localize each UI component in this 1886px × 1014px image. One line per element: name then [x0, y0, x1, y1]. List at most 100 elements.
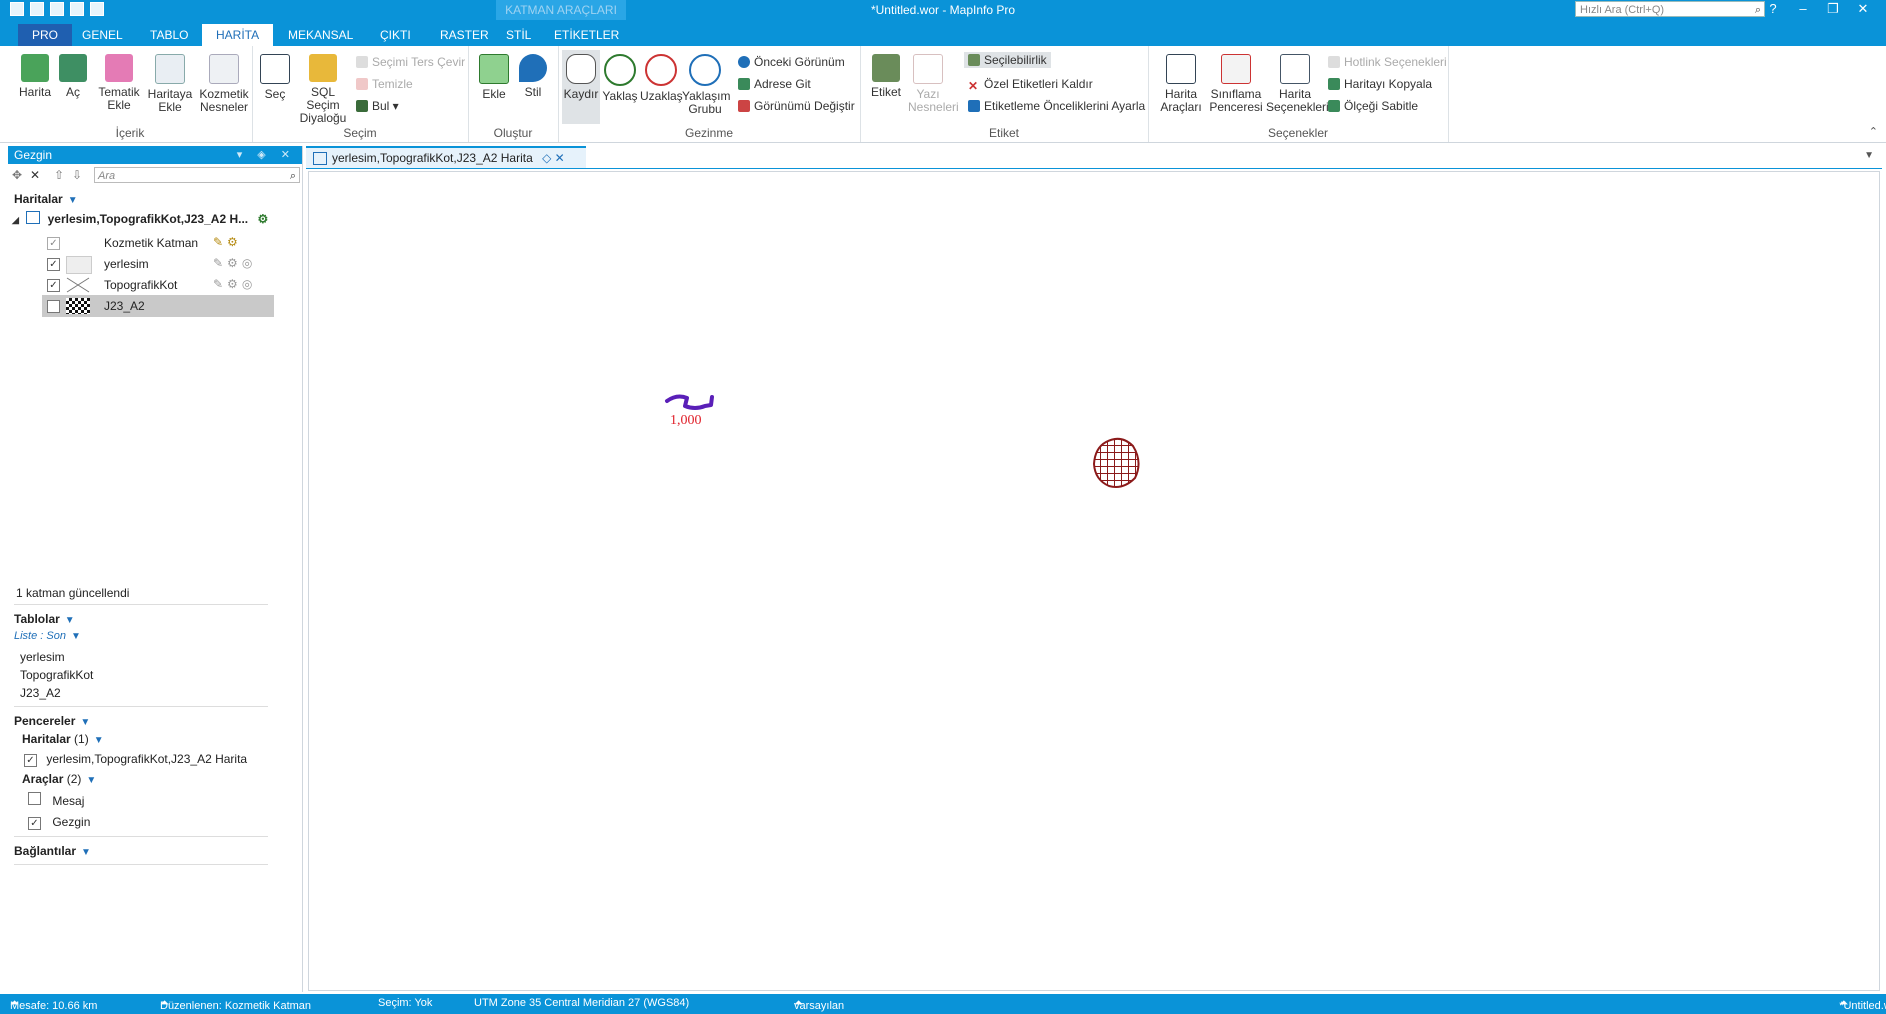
- tool-visibility-checkbox[interactable]: [28, 792, 41, 805]
- save-icon[interactable]: [30, 2, 44, 16]
- etiketleme-oncelikleri-button[interactable]: Etiketleme Önceliklerini Ayarla: [968, 98, 1145, 114]
- yaklasim-grubu-button[interactable]: Yaklaşım Grubu: [682, 54, 730, 116]
- onceki-gorunum-button[interactable]: Önceki Görünüm: [738, 54, 845, 70]
- layer-edit-icon[interactable]: ✎⚙◎: [213, 277, 256, 291]
- layer-visibility-checkbox[interactable]: ✓: [47, 279, 60, 292]
- tab-tablo[interactable]: TABLO: [136, 24, 202, 46]
- kozmetik-nesneler-button[interactable]: Kozmetik Nesneler: [196, 54, 252, 114]
- yaklas-button[interactable]: Yaklaş: [602, 54, 638, 103]
- yazi-nesneleri-button[interactable]: Yazı Nesneleri: [908, 54, 959, 114]
- move-up-icon[interactable]: ⇧: [54, 168, 64, 182]
- temizle-button[interactable]: Temizle: [356, 76, 413, 92]
- close-button[interactable]: ✕: [1850, 0, 1876, 20]
- window-visibility-checkbox[interactable]: ✓: [24, 754, 37, 767]
- secimi-ters-cevir-button[interactable]: Seçimi Ters Çevir: [356, 54, 465, 70]
- map-canvas[interactable]: 1,000: [308, 171, 1880, 991]
- status-workspace[interactable]: *Untitled.wor ⏶: [1839, 997, 1886, 1012]
- haritayi-kopyala-button[interactable]: Haritayı Kopyala: [1328, 76, 1432, 92]
- layer-edit-icon[interactable]: ✎⚙◎: [213, 256, 256, 270]
- map-svg[interactable]: 1,000: [309, 172, 1879, 990]
- panel-controls[interactable]: ▾ ◈ ✕: [237, 146, 296, 164]
- window-map-item[interactable]: ✓ yerlesim,TopografikKot,J23_A2 Harita: [24, 752, 247, 767]
- sec-button[interactable]: Seç: [258, 54, 292, 101]
- app-logo-icon[interactable]: [10, 2, 24, 16]
- help-button[interactable]: ?: [1760, 0, 1786, 20]
- windows-section-header[interactable]: Pencereler ▼: [14, 714, 90, 728]
- document-tab[interactable]: yerlesim,TopografikKot,J23_A2 Harita ◇ ✕: [306, 146, 586, 168]
- uzaklas-button[interactable]: Uzaklaş: [640, 54, 683, 103]
- harita-secenekleri-button[interactable]: Harita Seçenekleri: [1266, 54, 1329, 114]
- status-projection[interactable]: UTM Zone 35 Central Meridian 27 (WGS84): [474, 997, 689, 1009]
- table-item[interactable]: yerlesim: [20, 650, 65, 664]
- layer-row-yerlesim[interactable]: ✓ yerlesim ✎⚙◎: [42, 253, 274, 275]
- gorunumu-degistir-button[interactable]: Görünümü Değiştir: [738, 98, 855, 114]
- minimize-button[interactable]: –: [1790, 0, 1816, 20]
- table-item[interactable]: J23_A2: [20, 686, 61, 700]
- tab-mekansal[interactable]: MEKANSAL: [274, 24, 367, 46]
- paste-icon[interactable]: [90, 2, 104, 16]
- olcegi-sabitle-button[interactable]: Ölçeği Sabitle: [1328, 98, 1418, 114]
- tables-section-header[interactable]: Tablolar ▼: [14, 612, 75, 626]
- etiket-button[interactable]: Etiket: [866, 54, 906, 99]
- status-selection[interactable]: Seçim: Yok: [378, 997, 432, 1009]
- tab-stil[interactable]: STİL: [492, 24, 545, 46]
- layer-row-topografikkot[interactable]: ✓ TopografikKot ✎⚙◎: [42, 274, 274, 296]
- haritaya-ekle-button[interactable]: Haritaya Ekle: [144, 54, 196, 114]
- contour-line[interactable]: [665, 394, 714, 410]
- tab-genel[interactable]: GENEL: [68, 24, 137, 46]
- tab-pro[interactable]: PRO: [18, 24, 73, 46]
- kaydir-button[interactable]: Kaydır: [562, 50, 600, 124]
- map-layer-control-icon[interactable]: ⚙: [257, 212, 268, 226]
- adrese-git-button[interactable]: Adrese Git: [738, 76, 811, 92]
- save-all-icon[interactable]: [50, 2, 64, 16]
- tab-pin-close-icons[interactable]: ◇ ✕: [542, 151, 565, 165]
- table-item[interactable]: TopografikKot: [20, 668, 93, 682]
- siniflama-penceresi-button[interactable]: Sınıflama Penceresi: [1208, 54, 1264, 114]
- layer-visibility-checkbox[interactable]: ✓: [47, 237, 60, 250]
- map-tree-node[interactable]: ◢ yerlesim,TopografikKot,J23_A2 H... ⚙: [12, 211, 268, 226]
- status-style[interactable]: varsayılan ⏶: [794, 997, 844, 1012]
- sql-secim-button[interactable]: SQL Seçim Diyaloğu: [294, 54, 352, 125]
- tools-header[interactable]: Araçlar (2) ▼: [22, 772, 96, 786]
- settlement-polygon[interactable]: [1092, 437, 1140, 488]
- tables-list-filter[interactable]: Liste : Son ▼: [14, 630, 81, 642]
- quick-access-toolbar: [10, 2, 104, 16]
- tab-etiketler[interactable]: ETİKETLER: [540, 24, 633, 46]
- bul-button[interactable]: Bul ▾: [356, 98, 399, 114]
- ozel-etiketleri-kaldir-button[interactable]: ✕ Özel Etiketleri Kaldır: [968, 76, 1093, 93]
- tool-item-mesaj[interactable]: Mesaj: [28, 792, 84, 808]
- connections-section-header[interactable]: Bağlantılar ▼: [14, 844, 91, 858]
- harita-araclari-button[interactable]: Harita Araçları: [1156, 54, 1206, 114]
- document-dropdown-icon[interactable]: ▼: [1864, 150, 1874, 161]
- layer-row-kozmetik[interactable]: ✓ Kozmetik Katman ✎⚙: [42, 232, 274, 254]
- tool-item-gezgin[interactable]: ✓ Gezgin: [28, 815, 90, 830]
- expand-triangle-icon[interactable]: ◢: [12, 215, 19, 225]
- stil-button[interactable]: Stil: [516, 54, 550, 99]
- windows-maps-header[interactable]: Haritalar (1) ▼: [22, 732, 104, 746]
- ac-button[interactable]: Aç: [58, 54, 88, 99]
- move-down-icon[interactable]: ⇩: [72, 168, 82, 182]
- remove-icon[interactable]: ✕: [30, 168, 40, 182]
- secilebilirlik-button[interactable]: Seçilebilirlik: [964, 52, 1051, 68]
- quick-search-input[interactable]: Hızlı Ara (Ctrl+Q) ⌕: [1575, 1, 1765, 17]
- layer-visibility-checkbox[interactable]: [47, 300, 60, 313]
- copy-icon[interactable]: [70, 2, 84, 16]
- hotlink-secenekleri-button[interactable]: Hotlink Seçenekleri: [1328, 54, 1447, 70]
- tematik-ekle-button[interactable]: Tematik Ekle: [94, 54, 144, 112]
- collapse-ribbon-icon[interactable]: ⌃: [1869, 125, 1878, 138]
- layer-edit-icon[interactable]: ✎⚙: [213, 235, 242, 249]
- remove-labels-icon: ✕: [968, 79, 979, 93]
- tab-harita[interactable]: HARİTA: [202, 24, 274, 46]
- explorer-search-input[interactable]: Ara ⌕: [94, 167, 300, 183]
- status-editing-layer[interactable]: Düzenlenen: Kozmetik Katman ⏶: [160, 997, 311, 1012]
- harita-button[interactable]: Harita: [14, 54, 56, 99]
- tool-visibility-checkbox[interactable]: ✓: [28, 817, 41, 830]
- layer-row-j23a2[interactable]: J23_A2: [42, 295, 274, 317]
- maps-section-header[interactable]: Haritalar ▼: [14, 192, 78, 206]
- layer-visibility-checkbox[interactable]: ✓: [47, 258, 60, 271]
- status-distance[interactable]: Mesafe: 10.66 km ⏶: [10, 997, 97, 1012]
- ekle-button[interactable]: Ekle: [476, 54, 512, 101]
- add-icon[interactable]: ✥: [12, 168, 22, 182]
- restore-button[interactable]: ❐: [1820, 0, 1846, 20]
- tab-cikti[interactable]: ÇIKTI: [366, 24, 425, 46]
